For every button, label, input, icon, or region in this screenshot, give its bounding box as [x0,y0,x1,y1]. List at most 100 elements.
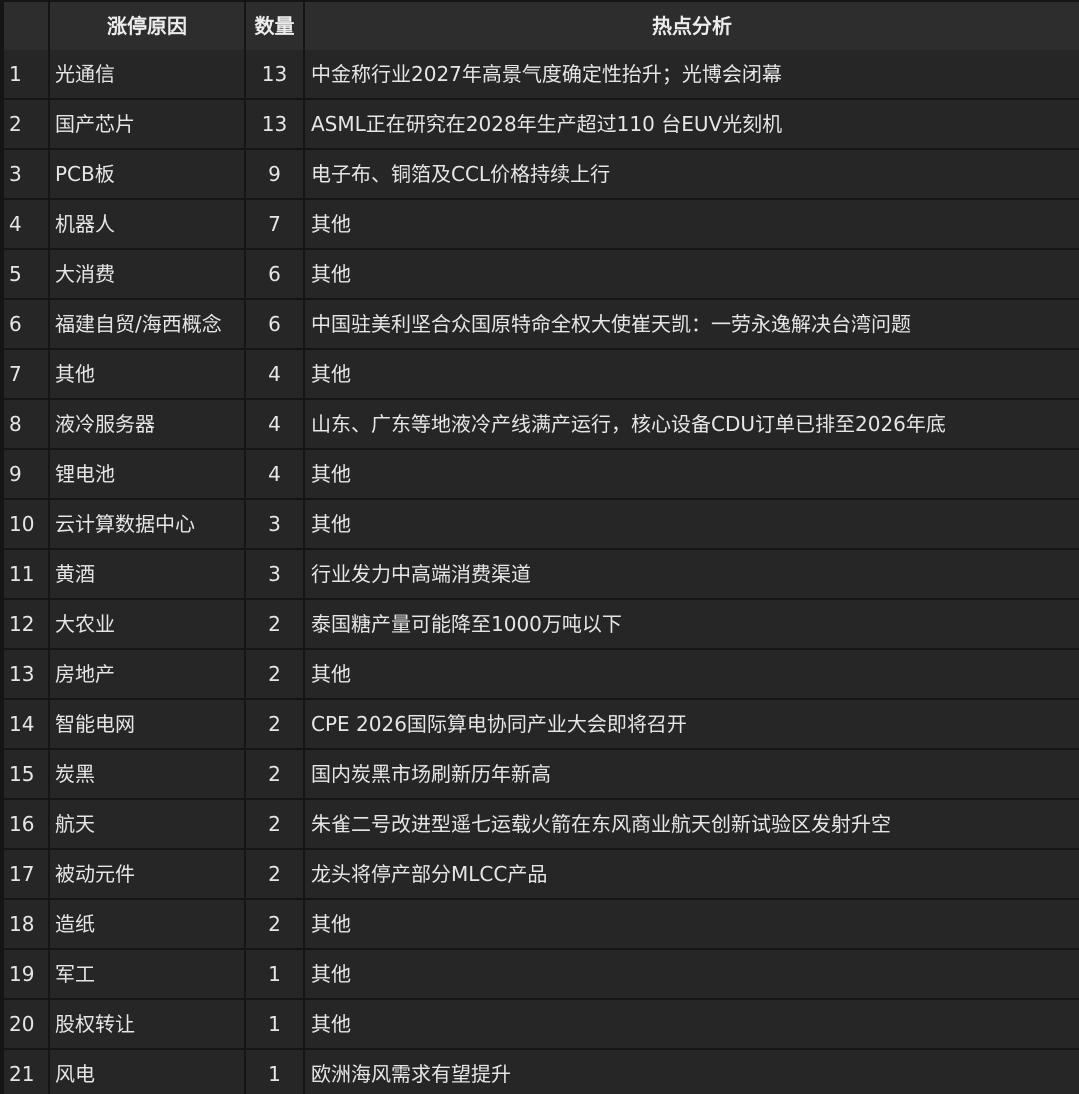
analysis-cell[interactable]: 其他 [305,900,1079,948]
reason-cell[interactable]: 光通信 [50,50,244,98]
count-cell[interactable]: 1 [246,1000,303,1048]
analysis-cell[interactable]: 龙头将停产部分MLCC产品 [305,850,1079,898]
reason-cell[interactable]: 黄酒 [50,550,244,598]
row-index[interactable]: 12 [4,600,48,648]
count-cell[interactable]: 13 [246,100,303,148]
reason-cell[interactable]: 股权转让 [50,1000,244,1048]
count-cell[interactable]: 2 [246,750,303,798]
reason-cell[interactable]: 锂电池 [50,450,244,498]
table-row[interactable]: 17 被动元件 2 龙头将停产部分MLCC产品 [0,850,1079,898]
reason-cell[interactable]: 智能电网 [50,700,244,748]
table-row[interactable]: 8 液冷服务器 4 山东、广东等地液冷产线满产运行，核心设备CDU订单已排至2026年… [0,400,1079,448]
reason-cell[interactable]: 炭黑 [50,750,244,798]
table-row[interactable]: 20 股权转让 1 其他 [0,1000,1079,1048]
row-index[interactable]: 2 [4,100,48,148]
reason-cell[interactable]: 液冷服务器 [50,400,244,448]
reason-cell[interactable]: 军工 [50,950,244,998]
count-cell[interactable]: 2 [246,600,303,648]
row-index[interactable]: 14 [4,700,48,748]
analysis-cell[interactable]: 其他 [305,650,1079,698]
count-cell[interactable]: 6 [246,300,303,348]
header-reason[interactable]: 涨停原因 [50,2,244,50]
table-row[interactable]: 13 房地产 2 其他 [0,650,1079,698]
row-index[interactable]: 7 [4,350,48,398]
row-index[interactable]: 10 [4,500,48,548]
reason-cell[interactable]: 大消费 [50,250,244,298]
row-index[interactable]: 13 [4,650,48,698]
analysis-cell[interactable]: CPE 2026国际算电协同产业大会即将召开 [305,700,1079,748]
row-index[interactable]: 15 [4,750,48,798]
row-index[interactable]: 6 [4,300,48,348]
row-index[interactable]: 1 [4,50,48,98]
table-row[interactable]: 19 军工 1 其他 [0,950,1079,998]
table-row[interactable]: 16 航天 2 朱雀二号改进型遥七运载火箭在东风商业航天创新试验区发射升空 [0,800,1079,848]
reason-cell[interactable]: 福建自贸/海西概念 [50,300,244,348]
table-row[interactable]: 4 机器人 7 其他 [0,200,1079,248]
reason-cell[interactable]: 风电 [50,1050,244,1094]
reason-cell[interactable]: 云计算数据中心 [50,500,244,548]
count-cell[interactable]: 6 [246,250,303,298]
analysis-cell[interactable]: 其他 [305,250,1079,298]
table-row[interactable]: 14 智能电网 2 CPE 2026国际算电协同产业大会即将召开 [0,700,1079,748]
reason-cell[interactable]: 国产芯片 [50,100,244,148]
table-row[interactable]: 5 大消费 6 其他 [0,250,1079,298]
table-row[interactable]: 18 造纸 2 其他 [0,900,1079,948]
reason-cell[interactable]: 房地产 [50,650,244,698]
analysis-cell[interactable]: 其他 [305,1000,1079,1048]
count-cell[interactable]: 2 [246,850,303,898]
count-cell[interactable]: 4 [246,350,303,398]
reason-cell[interactable]: 其他 [50,350,244,398]
row-index[interactable]: 4 [4,200,48,248]
row-index[interactable]: 8 [4,400,48,448]
analysis-cell[interactable]: 欧洲海风需求有望提升 [305,1050,1079,1094]
count-cell[interactable]: 9 [246,150,303,198]
reason-cell[interactable]: 被动元件 [50,850,244,898]
row-index[interactable]: 11 [4,550,48,598]
analysis-cell[interactable]: 国内炭黑市场刷新历年新高 [305,750,1079,798]
row-index[interactable]: 3 [4,150,48,198]
count-cell[interactable]: 2 [246,700,303,748]
count-cell[interactable]: 2 [246,900,303,948]
table-row[interactable]: 11 黄酒 3 行业发力中高端消费渠道 [0,550,1079,598]
row-index[interactable]: 21 [4,1050,48,1094]
reason-cell[interactable]: 航天 [50,800,244,848]
row-index[interactable]: 16 [4,800,48,848]
table-row[interactable]: 9 锂电池 4 其他 [0,450,1079,498]
header-count[interactable]: 数量 [246,2,303,50]
analysis-cell[interactable]: 朱雀二号改进型遥七运载火箭在东风商业航天创新试验区发射升空 [305,800,1079,848]
count-cell[interactable]: 1 [246,1050,303,1094]
analysis-cell[interactable]: 山东、广东等地液冷产线满产运行，核心设备CDU订单已排至2026年底 [305,400,1079,448]
table-row[interactable]: 10 云计算数据中心 3 其他 [0,500,1079,548]
table-row[interactable]: 15 炭黑 2 国内炭黑市场刷新历年新高 [0,750,1079,798]
analysis-cell[interactable]: 其他 [305,950,1079,998]
reason-cell[interactable]: PCB板 [50,150,244,198]
analysis-cell[interactable]: 中金称行业2027年高景气度确定性抬升；光博会闭幕 [305,50,1079,98]
row-index[interactable]: 5 [4,250,48,298]
analysis-cell[interactable]: 泰国糖产量可能降至1000万吨以下 [305,600,1079,648]
analysis-cell[interactable]: 电子布、铜箔及CCL价格持续上行 [305,150,1079,198]
table-row[interactable]: 7 其他 4 其他 [0,350,1079,398]
count-cell[interactable]: 4 [246,450,303,498]
table-row[interactable]: 1 光通信 13 中金称行业2027年高景气度确定性抬升；光博会闭幕 [0,50,1079,98]
reason-cell[interactable]: 造纸 [50,900,244,948]
analysis-cell[interactable]: ASML正在研究在2028年生产超过110 台EUV光刻机 [305,100,1079,148]
table-row[interactable]: 2 国产芯片 13 ASML正在研究在2028年生产超过110 台EUV光刻机 [0,100,1079,148]
count-cell[interactable]: 2 [246,800,303,848]
count-cell[interactable]: 1 [246,950,303,998]
row-index[interactable]: 17 [4,850,48,898]
table-row[interactable]: 21 风电 1 欧洲海风需求有望提升 [0,1050,1079,1094]
table-row[interactable]: 6 福建自贸/海西概念 6 中国驻美利坚合众国原特命全权大使崔天凯：一劳永逸解决台湾问… [0,300,1079,348]
count-cell[interactable]: 2 [246,650,303,698]
reason-cell[interactable]: 机器人 [50,200,244,248]
analysis-cell[interactable]: 其他 [305,200,1079,248]
count-cell[interactable]: 3 [246,500,303,548]
row-index[interactable]: 20 [4,1000,48,1048]
count-cell[interactable]: 13 [246,50,303,98]
header-analysis[interactable]: 热点分析 [305,2,1079,50]
row-index[interactable]: 19 [4,950,48,998]
count-cell[interactable]: 3 [246,550,303,598]
analysis-cell[interactable]: 行业发力中高端消费渠道 [305,550,1079,598]
table-row[interactable]: 12 大农业 2 泰国糖产量可能降至1000万吨以下 [0,600,1079,648]
reason-cell[interactable]: 大农业 [50,600,244,648]
analysis-cell[interactable]: 其他 [305,350,1079,398]
